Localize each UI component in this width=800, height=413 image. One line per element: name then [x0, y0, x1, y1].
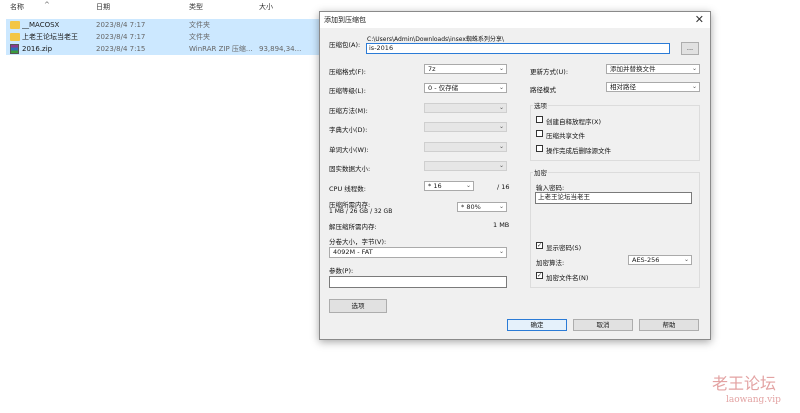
file-size: 93,894,34... — [259, 45, 302, 53]
dict-select[interactable]: ⌄ — [424, 122, 507, 132]
file-date: 2023/8/4 7:15 — [96, 45, 146, 53]
format-select[interactable]: 7z ⌄ — [424, 64, 507, 74]
mem-comp-sub: 1 MB / 26 GB / 32 GB — [329, 208, 393, 215]
solid-label: 固实数据大小: — [329, 165, 371, 173]
update-select[interactable]: 添加并替换文件 ⌄ — [606, 64, 700, 74]
options-button[interactable]: 选项 — [329, 299, 387, 313]
level-label: 压缩等级(L): — [329, 87, 366, 95]
file-row[interactable]: 2016.zip 2023/8/4 7:15 WinRAR ZIP 压缩... … — [6, 43, 322, 55]
column-header-name[interactable]: 名称 — [10, 0, 24, 14]
word-label: 单词大小(W): — [329, 146, 369, 154]
pathmode-value: 相对路径 — [610, 83, 636, 91]
password-label: 输入密码: — [536, 184, 565, 192]
chevron-down-icon: ⌄ — [691, 83, 697, 90]
show-password-label: 显示密码(S) — [546, 244, 582, 252]
file-type: WinRAR ZIP 压缩... — [189, 45, 253, 53]
level-select[interactable]: 0 - 仅存储 ⌄ — [424, 83, 507, 93]
file-type: 文件夹 — [189, 21, 210, 29]
file-date: 2023/8/4 7:17 — [96, 33, 146, 41]
chevron-down-icon: ⌄ — [498, 248, 504, 255]
params-label: 参数(P): — [329, 267, 354, 275]
enc-method-value: AES-256 — [632, 256, 660, 264]
help-button[interactable]: 帮助 — [639, 319, 699, 331]
update-label: 更新方式(U): — [530, 68, 569, 76]
format-label: 压缩格式(F): — [329, 68, 367, 76]
archive-label: 压缩包(A): — [329, 41, 361, 49]
file-name: 2016.zip — [22, 45, 53, 53]
cpu-label: CPU 线程数: — [329, 185, 366, 193]
password-input[interactable]: 上老王论坛当老王 — [535, 192, 692, 204]
chevron-down-icon: ⌄ — [498, 104, 504, 111]
word-select[interactable]: ⌄ — [424, 142, 507, 152]
watermark-url: laowang.vip — [726, 395, 781, 405]
chevron-down-icon: ⌄ — [498, 123, 504, 130]
column-header-size[interactable]: 大小 — [259, 0, 273, 14]
method-label: 压缩方法(M): — [329, 107, 368, 115]
file-row[interactable]: 上老王论坛当老王 2023/8/4 7:17 文件夹 — [6, 31, 322, 43]
enc-method-label: 加密算法: — [536, 259, 565, 267]
chevron-down-icon: ⌄ — [498, 84, 504, 91]
chevron-down-icon: ⌄ — [691, 65, 697, 72]
column-header-date[interactable]: 日期 — [96, 0, 110, 14]
folder-icon — [10, 21, 20, 29]
encrypt-group-label: 加密 — [533, 167, 548, 177]
cpu-select[interactable]: * 16 ⌄ — [424, 181, 474, 191]
add-to-archive-dialog: 添加到压缩包 ✕ 压缩包(A): C:\Users\Admin\Download… — [319, 11, 711, 340]
update-value: 添加并替换文件 — [610, 65, 656, 73]
cpu-value: * 16 — [428, 182, 442, 190]
chevron-down-icon: ⌄ — [498, 203, 504, 210]
sfx-checkbox[interactable] — [536, 116, 543, 123]
encrypt-names-label: 加密文件名(N) — [546, 274, 589, 282]
watermark-logo: 老王论坛 — [712, 374, 777, 393]
volume-select[interactable]: 4092M - FAT ⌄ — [329, 247, 507, 258]
sfx-label: 创建自释放程序(X) — [546, 118, 602, 126]
format-value: 7z — [428, 65, 436, 73]
winrar-zip-icon — [10, 44, 19, 54]
cpu-total: / 16 — [497, 183, 510, 191]
archive-name-input[interactable]: is-2016 — [366, 43, 670, 54]
folder-icon — [10, 33, 20, 41]
mem-decomp-value: 1 MB — [493, 221, 510, 229]
browse-button[interactable]: ... — [681, 42, 699, 55]
file-name: __MACOSX — [22, 21, 60, 29]
chevron-down-icon: ⌄ — [465, 182, 471, 189]
file-row[interactable]: __MACOSX 2023/8/4 7:17 文件夹 — [6, 19, 322, 31]
chevron-down-icon: ⌄ — [498, 65, 504, 72]
volume-label: 分卷大小，字节(V): — [329, 238, 387, 246]
show-password-checkbox[interactable]: ✓ — [536, 242, 543, 249]
method-select[interactable]: ⌄ — [424, 103, 507, 113]
close-icon[interactable]: ✕ — [695, 13, 704, 26]
file-date: 2023/8/4 7:17 — [96, 21, 146, 29]
params-input[interactable] — [329, 276, 507, 288]
encrypt-names-checkbox[interactable]: ✓ — [536, 272, 543, 279]
delete-label: 操作完成后删除源文件 — [546, 147, 611, 155]
chevron-down-icon: ⌄ — [498, 162, 504, 169]
level-value: 0 - 仅存储 — [428, 84, 459, 92]
mem-decomp-label: 解压缩所需内存: — [329, 223, 377, 231]
chevron-down-icon: ⌄ — [683, 256, 689, 263]
file-type: 文件夹 — [189, 33, 210, 41]
dialog-titlebar[interactable]: 添加到压缩包 ✕ — [320, 12, 710, 28]
shared-label: 压缩共享文件 — [546, 132, 585, 140]
shared-checkbox[interactable] — [536, 130, 543, 137]
pathmode-label: 路径模式 — [530, 86, 556, 94]
dialog-title: 添加到压缩包 — [324, 16, 366, 24]
file-name: 上老王论坛当老王 — [22, 33, 78, 41]
dict-label: 字典大小(D): — [329, 126, 368, 134]
enc-method-select[interactable]: AES-256 ⌄ — [628, 255, 692, 265]
chevron-down-icon: ⌄ — [498, 143, 504, 150]
mem-comp-value: * 80% — [461, 203, 481, 211]
solid-select[interactable]: ⌄ — [424, 161, 507, 171]
volume-value: 4092M - FAT — [333, 248, 373, 256]
pathmode-select[interactable]: 相对路径 ⌄ — [606, 82, 700, 92]
column-header-type[interactable]: 类型 — [189, 0, 203, 14]
ok-button[interactable]: 确定 — [507, 319, 567, 331]
cancel-button[interactable]: 取消 — [573, 319, 633, 331]
options-group-label: 选项 — [533, 100, 548, 110]
sort-chevron-icon: ^ — [44, 1, 50, 9]
delete-checkbox[interactable] — [536, 145, 543, 152]
archive-path: C:\Users\Admin\Downloads\insex蜘蛛系列分享\ — [367, 36, 504, 43]
mem-comp-select[interactable]: * 80% ⌄ — [457, 202, 507, 212]
